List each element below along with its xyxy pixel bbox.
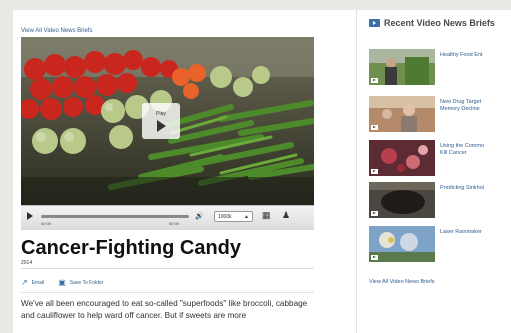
article-year: 2014 [21,260,33,266]
sidebar-video-item[interactable]: Using the Commo Kill Cancer [369,140,511,176]
video-thumbnail[interactable] [369,226,435,262]
share-arrow-icon: ↗ [21,278,28,287]
video-thumbnail[interactable] [369,49,435,85]
accessibility-person-icon[interactable]: ♟ [282,210,290,221]
play-mini-icon [371,211,378,216]
folder-icon: ▣ [58,278,66,287]
play-mini-icon [371,125,378,130]
sidebar-heading-label: Recent Video News Briefs [384,18,495,28]
email-button[interactable]: ↗ Email [21,278,44,287]
video-player[interactable]: Play 00:00 00:00 🔊 1000k ▲ ▦ ♟ [21,37,314,230]
view-all-link-top[interactable]: View All Video News Briefs [21,28,92,34]
sidebar-video-title[interactable]: New Drug Target Memory Decline [440,99,510,113]
divider [21,292,314,293]
quality-select[interactable]: 1000k ▲ [214,211,253,222]
play-mini-icon [371,169,378,174]
article-title: Cancer-Fighting Candy [21,237,242,259]
time-total: 00:00 [169,221,180,226]
speaker-icon[interactable]: 🔊 [195,212,204,220]
video-icon [369,19,380,27]
thumbnail-image [369,140,435,176]
thumbnail-image [369,96,435,132]
play-overlay-button[interactable]: Play [142,103,180,139]
video-thumbnail[interactable] [369,96,435,132]
save-label: Save To Folder [69,279,104,286]
quality-value: 1000k [218,214,232,220]
video-frame[interactable]: Play [21,37,314,205]
play-label: Play [156,110,166,117]
sidebar-video-item[interactable]: New Drug Target Memory Decline [369,96,511,132]
quality-arrow-icon: ▲ [244,214,249,220]
column-divider [356,10,357,333]
view-all-link-sidebar[interactable]: View All Video News Briefs [369,279,435,285]
thumbnail-image [369,182,435,218]
sidebar-video-title[interactable]: Laser Rainmaker [440,229,510,236]
sidebar-video-item[interactable]: Laser Rainmaker [369,226,511,262]
sidebar-video-title[interactable]: Predicting Sinkhol [440,185,510,192]
divider [21,268,314,269]
save-to-folder-button[interactable]: ▣ Save To Folder [58,278,103,287]
seek-bar[interactable] [41,215,189,218]
share-toolbar: ↗ Email ▣ Save To Folder [21,278,103,287]
sidebar-video-title[interactable]: Using the Commo Kill Cancer [440,143,510,157]
control-play-icon[interactable] [27,212,33,220]
play-mini-icon [371,78,378,83]
time-elapsed: 00:00 [41,221,52,226]
thumbnail-image [369,226,435,262]
player-controls: 00:00 00:00 🔊 1000k ▲ ▦ ♟ [21,205,314,230]
video-thumbnail[interactable] [369,182,435,218]
article-body: We've all been encouraged to eat so-call… [21,299,308,320]
sidebar-video-item[interactable]: Predicting Sinkhol [369,182,511,218]
video-thumbnail[interactable] [369,140,435,176]
sidebar-video-item[interactable]: Healthy Food Ent [369,49,511,85]
play-icon [156,119,166,132]
sidebar-heading: Recent Video News Briefs [369,18,495,28]
email-label: Email [31,279,45,286]
thumbnail-image [369,49,435,85]
sidebar-video-title[interactable]: Healthy Food Ent [440,52,510,59]
play-mini-icon [371,255,378,260]
fullscreen-icon[interactable]: ▦ [262,210,271,221]
